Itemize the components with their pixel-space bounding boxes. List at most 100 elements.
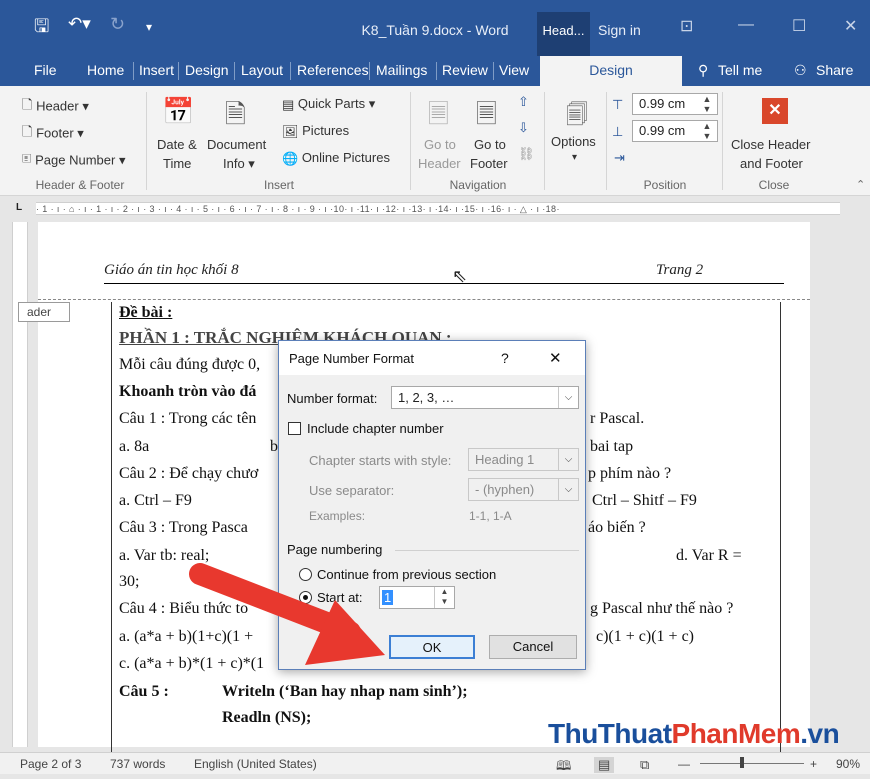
cancel-button[interactable]: Cancel xyxy=(489,635,577,659)
doc-line: p phím nào ? xyxy=(588,465,672,482)
doc-line: 30; xyxy=(119,573,140,590)
date-time-button[interactable]: Date & xyxy=(157,137,197,152)
number-format-select[interactable]: 1, 2, 3, … ⌵ xyxy=(391,386,579,409)
zoom-out-icon[interactable]: — xyxy=(678,757,690,771)
spinner-icon[interactable]: ▲ ▼ xyxy=(434,587,454,608)
go-to-footer-button-line2[interactable]: Footer xyxy=(470,156,508,171)
ok-button[interactable]: OK xyxy=(389,635,475,659)
sign-in-link[interactable]: Sign in xyxy=(598,22,641,38)
page-number-button[interactable]: 🗉 Page Number ▾ xyxy=(22,150,126,172)
zoom-level[interactable]: 90% xyxy=(836,757,860,771)
document-info-button[interactable]: Document xyxy=(207,137,266,152)
footer-position-input[interactable]: 0.99 cm ▲ ▼ xyxy=(632,120,718,142)
zoom-in-icon[interactable]: + xyxy=(810,757,817,771)
footer-position-value: 0.99 cm xyxy=(639,123,686,138)
footer-button[interactable]: 🗋 Footer ▾ xyxy=(22,123,84,145)
word-count[interactable]: 737 words xyxy=(110,757,165,771)
web-layout-icon[interactable]: ⧉ xyxy=(640,757,649,773)
tab-mailings[interactable]: Mailings xyxy=(376,56,427,86)
help-button[interactable]: ? xyxy=(501,350,509,366)
redo-icon[interactable]: ↻ xyxy=(110,14,125,35)
language-indicator[interactable]: English (United States) xyxy=(194,757,317,771)
doc-line: Đề bài : xyxy=(119,304,173,321)
include-chapter-checkbox[interactable] xyxy=(288,422,301,435)
document-info-button-line2[interactable]: Info ▾ xyxy=(223,156,255,172)
tab-home[interactable]: Home xyxy=(87,56,124,86)
go-to-header-button-line2[interactable]: Header xyxy=(418,156,461,171)
doc-line: Readln (NS); xyxy=(222,709,312,726)
collapse-ribbon-icon[interactable]: ⌃ xyxy=(856,178,865,191)
close-header-icon[interactable]: ✕ xyxy=(762,98,788,124)
header-boundary xyxy=(38,299,810,300)
chapter-style-value: Heading 1 xyxy=(475,452,535,467)
tell-me-box[interactable]: Tell me xyxy=(718,56,762,86)
maximize-icon[interactable]: ☐ xyxy=(792,16,806,36)
online-pictures-button[interactable]: 🌐 Online Pictures xyxy=(282,150,390,167)
next-icon[interactable]: ⇩ xyxy=(518,120,529,136)
zoom-thumb[interactable] xyxy=(740,757,744,768)
header-footer-tools-context: Head... xyxy=(537,12,590,56)
chapter-style-select[interactable]: Heading 1 ⌵ xyxy=(468,448,579,471)
horizontal-ruler[interactable]: L · 1 · ı · ⌂ · ı · 1 · ı · 2 · ı · 3 · … xyxy=(0,197,870,219)
chevron-down-icon[interactable]: ⌵ xyxy=(558,449,578,470)
dialog-close-button[interactable]: ✕ xyxy=(549,349,562,367)
tab-selector-icon[interactable]: L xyxy=(16,202,22,213)
online-pictures-icon: 🌐 xyxy=(282,150,299,166)
tab-layout[interactable]: Layout xyxy=(241,56,283,86)
options-button[interactable]: Options xyxy=(551,134,596,149)
tab-references[interactable]: References xyxy=(297,56,369,86)
date-time-button-line2[interactable]: Time xyxy=(163,156,191,171)
share-button[interactable]: Share xyxy=(816,56,853,86)
tab-design-header-footer[interactable]: Design xyxy=(540,56,682,86)
spinner-icon[interactable]: ▲ ▼ xyxy=(697,94,717,115)
tab-design-doc[interactable]: Design xyxy=(185,56,229,86)
insert-alignment-tab-icon[interactable]: ⇥ xyxy=(614,150,625,166)
page-count[interactable]: Page 2 of 3 xyxy=(20,757,81,771)
options-dropdown-icon[interactable]: ▾ xyxy=(572,152,577,163)
quick-parts-button[interactable]: ▤ Quick Parts ▾ xyxy=(282,96,375,113)
examples-value: 1-1, 1-A xyxy=(469,509,512,523)
ribbon-tabs: File Home Insert Design Layout Reference… xyxy=(0,56,870,86)
minimize-icon[interactable]: — xyxy=(738,16,754,34)
undo-icon[interactable]: ↶▾ xyxy=(68,14,91,34)
close-header-footer-button-line2[interactable]: and Footer xyxy=(740,156,803,171)
tab-review[interactable]: Review xyxy=(442,56,488,86)
close-icon[interactable]: ✕ xyxy=(844,16,857,36)
ribbon-display-icon[interactable]: ⊡ xyxy=(680,16,693,36)
continue-radio[interactable] xyxy=(299,568,312,581)
header-position-input[interactable]: 0.99 cm ▲ ▼ xyxy=(632,93,718,115)
group-divider xyxy=(722,92,723,190)
ruler-track[interactable]: · 1 · ı · ⌂ · ı · 1 · ı · 2 · ı · 3 · ı … xyxy=(36,202,840,215)
tab-file[interactable]: File xyxy=(34,56,57,86)
print-layout-icon[interactable]: ▤ xyxy=(594,757,615,773)
spinner-icon[interactable]: ▲ ▼ xyxy=(697,121,717,142)
page-number-label: Page Number xyxy=(35,152,116,168)
start-at-input[interactable]: 1 ▲ ▼ xyxy=(379,586,455,609)
separator-select[interactable]: - (hyphen) ⌵ xyxy=(468,478,579,501)
start-at-radio[interactable] xyxy=(299,591,312,604)
chevron-down-icon[interactable]: ⌵ xyxy=(558,387,578,408)
doc-line: r Pascal. xyxy=(590,410,645,427)
tab-insert[interactable]: Insert xyxy=(139,56,174,86)
go-to-header-button[interactable]: Go to xyxy=(424,137,456,152)
header-position-value: 0.99 cm xyxy=(639,96,686,111)
chevron-down-icon[interactable]: ⌵ xyxy=(558,479,578,500)
doc-line: a. (a*a + b)(1+c)(1 + xyxy=(119,628,254,645)
dialog-title: Page Number Format xyxy=(289,351,414,366)
customize-qat-icon[interactable]: ▾ xyxy=(146,20,152,34)
continue-label: Continue from previous section xyxy=(317,567,497,582)
header-button[interactable]: 🗋 Header ▾ xyxy=(22,96,89,118)
tab-view[interactable]: View xyxy=(499,56,529,86)
header-right-text[interactable]: Trang 2 xyxy=(656,262,703,279)
read-mode-icon[interactable]: 🕮 xyxy=(556,757,571,779)
header-left-text[interactable]: Giáo án tin học khối 8 xyxy=(104,262,239,279)
pictures-button[interactable]: 🖼 Pictures xyxy=(282,123,349,140)
previous-icon[interactable]: ⇧ xyxy=(518,94,529,110)
go-to-footer-button[interactable]: Go to xyxy=(474,137,506,152)
title-bar: 🖫 ↶▾ ↻ ▾ K8_Tuần 9.docx - Word Head... S… xyxy=(0,0,870,56)
zoom-slider[interactable] xyxy=(700,763,804,764)
vertical-ruler[interactable] xyxy=(12,222,28,747)
save-icon[interactable]: 🖫 xyxy=(34,14,49,44)
close-header-footer-button[interactable]: Close Header xyxy=(731,137,811,152)
link-to-previous-icon[interactable]: ⛓ xyxy=(518,146,535,162)
